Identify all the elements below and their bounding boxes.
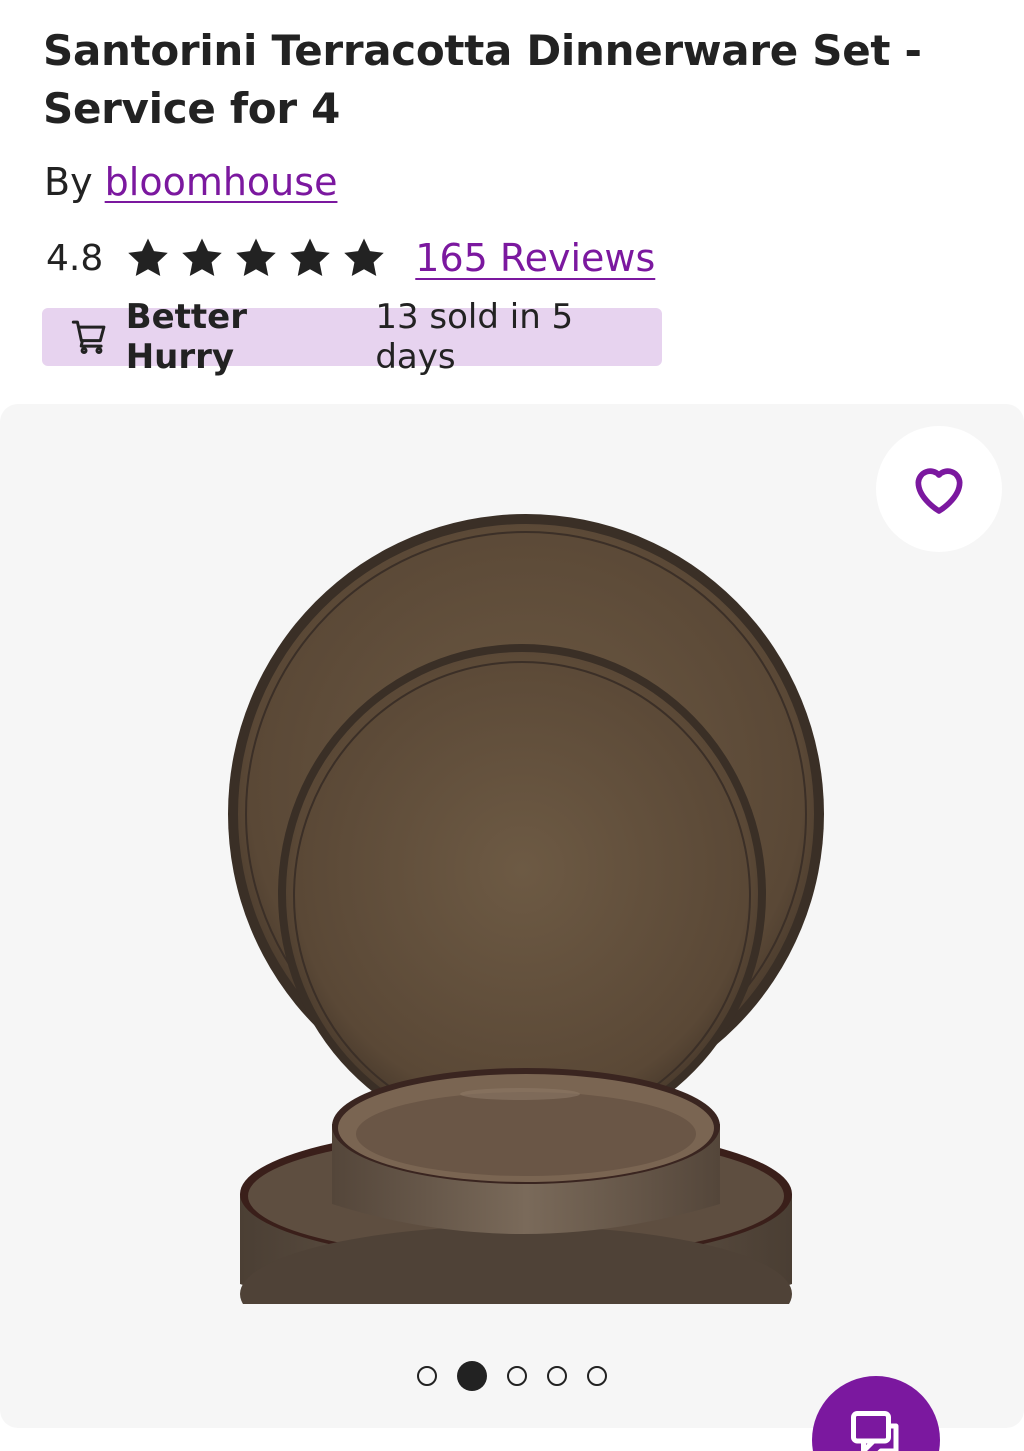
- star-icon: [344, 238, 385, 277]
- product-image: [228, 514, 824, 1304]
- star-icon: [182, 238, 223, 277]
- by-prefix: By: [44, 160, 93, 204]
- carousel-dot[interactable]: [547, 1366, 567, 1386]
- chat-icon: [851, 1411, 899, 1451]
- carousel-dot-active[interactable]: [457, 1361, 487, 1391]
- brand-link[interactable]: bloomhouse: [105, 160, 338, 204]
- reviews-link[interactable]: 165 Reviews: [415, 236, 655, 280]
- product-page: Santorini Terracotta Dinnerware Set - Se…: [0, 0, 1024, 1451]
- hurry-label: Better Hurry: [125, 297, 247, 377]
- better-hurry-badge: Better Hurry 13 sold in 5 days: [42, 297, 662, 377]
- carousel-dot[interactable]: [417, 1366, 437, 1386]
- heart-icon: [915, 468, 963, 514]
- product-image-gallery[interactable]: [0, 404, 1024, 1428]
- sold-count-text: 13 sold in 5 days: [375, 297, 574, 377]
- star-icon: [128, 238, 169, 277]
- byline: By bloomhouse: [44, 156, 337, 208]
- star-icon: [236, 238, 277, 277]
- star-icon: [290, 238, 331, 277]
- rating-value: 4.8: [46, 237, 104, 279]
- favorite-button[interactable]: [876, 426, 1002, 552]
- star-rating: [125, 235, 395, 281]
- rating-row: 4.8 165 Reviews: [46, 230, 655, 286]
- product-title: Santorini Terracotta Dinnerware Set - Se…: [43, 26, 922, 133]
- carousel-dot[interactable]: [507, 1366, 527, 1386]
- cart-icon: [71, 320, 106, 355]
- carousel-dot[interactable]: [587, 1366, 607, 1386]
